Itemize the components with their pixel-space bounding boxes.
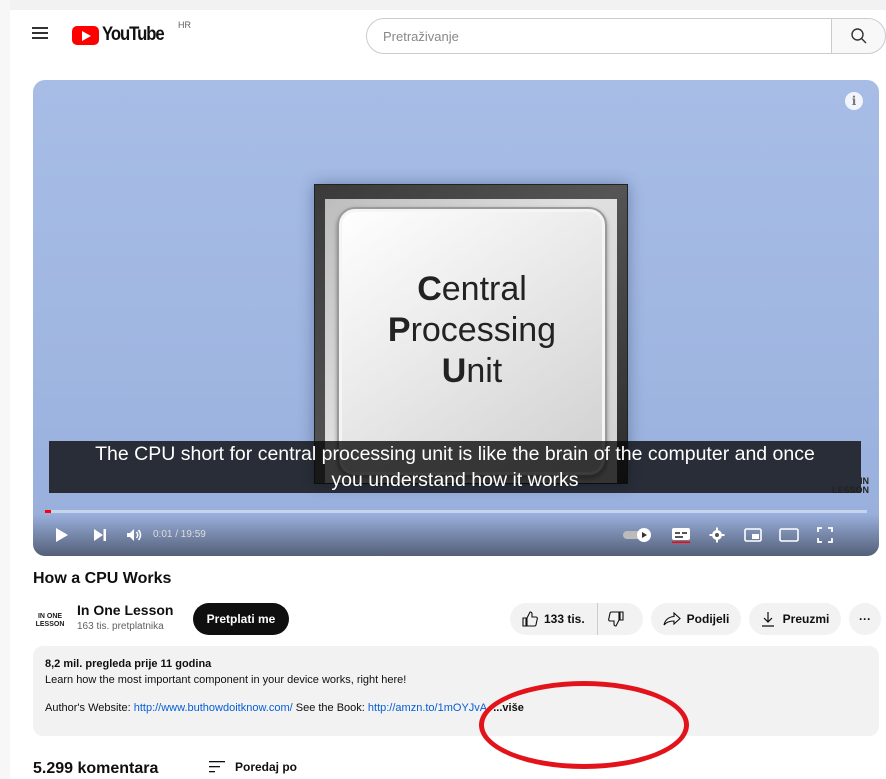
like-dislike-group: 133 tis. xyxy=(510,603,643,635)
time-display: 0:01 / 19:59 xyxy=(153,529,206,540)
sort-icon xyxy=(209,761,225,773)
miniplayer-icon xyxy=(744,528,762,542)
left-edge xyxy=(0,0,10,779)
progress-bar[interactable] xyxy=(45,510,867,513)
video-title: How a CPU Works xyxy=(33,570,172,587)
share-label: Podijeli xyxy=(686,612,730,626)
more-actions-button[interactable]: ··· xyxy=(849,603,881,635)
theater-mode-button[interactable] xyxy=(777,524,801,546)
channel-name[interactable]: In One Lesson xyxy=(77,602,173,618)
cpu-chip-text: Central Processing Unit xyxy=(387,270,557,390)
menu-icon[interactable] xyxy=(32,24,54,46)
description-links: Author's Website: http://www.buthowdoitk… xyxy=(45,702,524,714)
search-input[interactable] xyxy=(367,19,831,53)
download-button[interactable]: Preuzmi xyxy=(749,603,841,635)
more-icon: ··· xyxy=(859,612,871,626)
volume-button[interactable] xyxy=(123,524,147,546)
video-player[interactable]: i Central Processing Unit The CPU short … xyxy=(33,80,879,556)
settings-button[interactable] xyxy=(705,524,729,546)
view-count-date: 8,2 mil. pregleda prije 11 godina xyxy=(45,658,212,670)
thumbs-down-icon xyxy=(607,611,624,627)
gear-icon xyxy=(709,527,725,543)
dislike-button[interactable] xyxy=(598,603,634,635)
fullscreen-icon xyxy=(817,527,833,543)
website-link[interactable]: http://www.buthowdoitknow.com/ xyxy=(134,702,293,714)
logo-text: YouTube xyxy=(102,24,165,45)
like-count: 133 tis. xyxy=(544,612,585,626)
download-label: Preuzmi xyxy=(782,612,830,626)
player-controls: 0:01 / 19:59 xyxy=(33,514,879,556)
download-icon xyxy=(761,612,774,627)
autoplay-toggle[interactable] xyxy=(621,524,655,546)
next-icon xyxy=(94,529,106,541)
cpu-chip-graphic: Central Processing Unit xyxy=(314,184,628,484)
channel-watermark[interactable]: IN LESSON xyxy=(832,477,869,495)
sort-button[interactable]: Poredaj po xyxy=(209,760,297,774)
play-logo-icon xyxy=(72,25,99,45)
description-line: Learn how the most important component i… xyxy=(45,674,407,686)
search-icon xyxy=(850,28,866,44)
youtube-logo[interactable]: YouTube HR xyxy=(72,20,191,46)
country-code: HR xyxy=(178,20,191,30)
miniplayer-button[interactable] xyxy=(741,524,765,546)
like-button[interactable]: 133 tis. xyxy=(510,603,598,635)
top-strip xyxy=(0,0,886,10)
theater-mode-icon xyxy=(779,528,799,542)
subtitles-button[interactable] xyxy=(669,524,693,546)
subscriber-count: 163 tis. pretplatnika xyxy=(77,621,164,632)
autoplay-toggle-icon xyxy=(623,528,651,542)
subtitle-caption: The CPU short for central processing uni… xyxy=(49,441,861,493)
search-box xyxy=(366,18,832,54)
book-link[interactable]: http://amzn.to/1mOYJvA xyxy=(368,702,487,714)
share-button[interactable]: Podijeli xyxy=(651,603,741,635)
progress-fill xyxy=(45,510,51,513)
play-icon xyxy=(56,528,68,542)
show-more-link[interactable]: ...više xyxy=(493,702,524,714)
share-icon xyxy=(663,612,681,626)
comments-count: 5.299 komentara xyxy=(33,760,159,777)
volume-icon xyxy=(127,529,142,541)
masthead: YouTube HR xyxy=(10,10,886,60)
next-button[interactable] xyxy=(89,524,111,546)
play-button[interactable] xyxy=(51,524,73,546)
search-button[interactable] xyxy=(831,18,886,54)
subtitles-icon xyxy=(672,528,690,543)
subscribe-button[interactable]: Pretplati me xyxy=(193,603,289,635)
description-box[interactable]: 8,2 mil. pregleda prije 11 godina Learn … xyxy=(33,646,879,736)
info-icon[interactable]: i xyxy=(845,92,863,110)
channel-avatar[interactable]: IN ONE LESSON xyxy=(33,604,67,638)
fullscreen-button[interactable] xyxy=(813,524,837,546)
thumbs-up-icon xyxy=(522,611,538,627)
